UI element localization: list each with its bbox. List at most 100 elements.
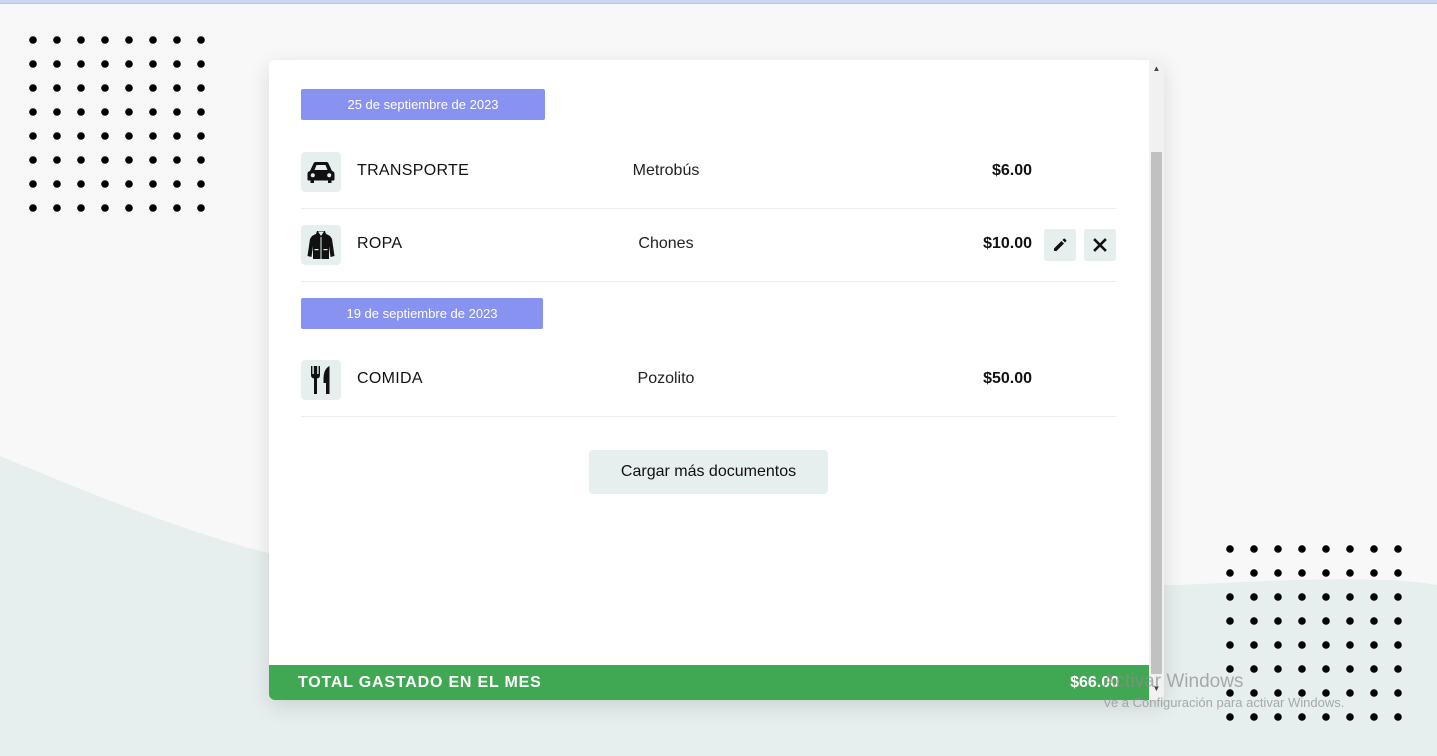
decorative-dot bbox=[1322, 593, 1330, 601]
decorative-dot bbox=[77, 156, 85, 164]
decorative-dot bbox=[77, 132, 85, 140]
decorative-dot bbox=[173, 204, 181, 212]
scrollbar-thumb[interactable] bbox=[1151, 152, 1162, 674]
decorative-dot bbox=[125, 204, 133, 212]
decorative-dot bbox=[1394, 593, 1402, 601]
decorative-dot bbox=[1226, 593, 1234, 601]
expense-amount: $50.00 bbox=[983, 370, 1032, 387]
scroll-up-arrow-icon[interactable]: ▲ bbox=[1149, 62, 1164, 76]
decorative-dot bbox=[1370, 641, 1378, 649]
decorative-dot bbox=[77, 108, 85, 116]
decorative-dot bbox=[173, 84, 181, 92]
decorative-dot bbox=[1346, 593, 1354, 601]
decorative-dot bbox=[1226, 713, 1234, 721]
decorative-dot bbox=[1250, 665, 1258, 673]
decorative-dot bbox=[197, 60, 205, 68]
monthly-total-bar: TOTAL GASTADO EN EL MES $66.00 bbox=[269, 665, 1149, 700]
decorative-dot bbox=[1298, 713, 1306, 721]
decorative-dot bbox=[29, 84, 37, 92]
decorative-dot bbox=[29, 180, 37, 188]
decorative-dot bbox=[1394, 689, 1402, 697]
decorative-dot bbox=[1274, 641, 1282, 649]
date-header-1: 25 de septiembre de 2023 bbox=[301, 89, 545, 120]
decorative-dot bbox=[1274, 689, 1282, 697]
decorative-dot bbox=[101, 156, 109, 164]
decorative-dot bbox=[1322, 545, 1330, 553]
car-icon bbox=[301, 152, 341, 192]
expense-row-ropa[interactable]: ROPA Chones $10.00 bbox=[301, 209, 1116, 282]
fork-knife-icon bbox=[301, 360, 341, 400]
decorative-dot bbox=[1394, 569, 1402, 577]
vertical-scrollbar[interactable]: ▲ ▼ bbox=[1149, 60, 1164, 700]
decorative-dot bbox=[173, 180, 181, 188]
decorative-dot bbox=[29, 108, 37, 116]
decorative-dot bbox=[1298, 545, 1306, 553]
decorative-dot bbox=[149, 36, 157, 44]
decorative-dot bbox=[173, 36, 181, 44]
decorative-dot bbox=[125, 60, 133, 68]
decorative-dot bbox=[1346, 689, 1354, 697]
decorative-dot bbox=[149, 156, 157, 164]
decorative-dot bbox=[1250, 569, 1258, 577]
decorative-dot bbox=[1298, 569, 1306, 577]
decorative-dot bbox=[1346, 713, 1354, 721]
decorative-dot bbox=[197, 108, 205, 116]
edit-button[interactable] bbox=[1044, 229, 1076, 261]
decorative-dot bbox=[149, 180, 157, 188]
decorative-dot bbox=[149, 132, 157, 140]
decorative-dot bbox=[29, 36, 37, 44]
decorative-dot bbox=[1346, 641, 1354, 649]
decorative-dot bbox=[1394, 545, 1402, 553]
decorative-dot bbox=[149, 204, 157, 212]
load-more-button[interactable]: Cargar más documentos bbox=[589, 450, 828, 494]
decorative-dot bbox=[29, 132, 37, 140]
date-header-2: 19 de septiembre de 2023 bbox=[301, 298, 543, 329]
decorative-dot bbox=[77, 60, 85, 68]
expense-row-comida[interactable]: COMIDA Pozolito $50.00 bbox=[301, 344, 1116, 417]
decorative-dot bbox=[197, 84, 205, 92]
decorative-dot bbox=[1226, 545, 1234, 553]
expense-description: Pozolito bbox=[637, 370, 695, 387]
decorative-dot bbox=[197, 204, 205, 212]
decorative-dot bbox=[77, 36, 85, 44]
decorative-dot bbox=[1298, 617, 1306, 625]
decorative-dot bbox=[1226, 641, 1234, 649]
decorative-dot bbox=[1274, 617, 1282, 625]
decorative-dot bbox=[1250, 545, 1258, 553]
decorative-dot bbox=[197, 132, 205, 140]
expense-row-transporte[interactable]: TRANSPORTE Metrobús $6.00 bbox=[301, 136, 1116, 209]
close-icon bbox=[1093, 238, 1107, 252]
decorative-dot bbox=[1226, 569, 1234, 577]
decorative-dot bbox=[53, 132, 61, 140]
total-label: TOTAL GASTADO EN EL MES bbox=[298, 674, 542, 691]
decorative-dot bbox=[1322, 665, 1330, 673]
decorative-dot bbox=[1346, 545, 1354, 553]
decorative-dot bbox=[1298, 593, 1306, 601]
decorative-dot bbox=[1394, 617, 1402, 625]
decorative-dot bbox=[53, 60, 61, 68]
decorative-dot bbox=[1250, 689, 1258, 697]
decorative-dot bbox=[125, 180, 133, 188]
decorative-dot bbox=[149, 84, 157, 92]
decorative-dot bbox=[1226, 617, 1234, 625]
decorative-dot bbox=[1346, 617, 1354, 625]
decorative-dot bbox=[197, 36, 205, 44]
decorative-dot bbox=[101, 180, 109, 188]
decorative-dot bbox=[197, 156, 205, 164]
decorative-dot bbox=[101, 132, 109, 140]
decorative-dot bbox=[1370, 593, 1378, 601]
decorative-dot bbox=[53, 180, 61, 188]
expense-amount: $10.00 bbox=[983, 235, 1032, 252]
pencil-icon bbox=[1054, 238, 1067, 251]
decorative-dot bbox=[1370, 689, 1378, 697]
decorative-dot bbox=[53, 204, 61, 212]
expenses-list: 25 de septiembre de 2023 TRANSPORTE Metr… bbox=[269, 60, 1149, 665]
decorative-dot bbox=[1298, 641, 1306, 649]
decorative-dot bbox=[1394, 665, 1402, 673]
decorative-dot bbox=[1250, 713, 1258, 721]
scroll-down-arrow-icon[interactable]: ▼ bbox=[1149, 682, 1164, 696]
total-value: $66.00 bbox=[1070, 674, 1119, 691]
decorative-dot bbox=[149, 60, 157, 68]
delete-button[interactable] bbox=[1084, 229, 1116, 261]
decorative-dot bbox=[1370, 569, 1378, 577]
